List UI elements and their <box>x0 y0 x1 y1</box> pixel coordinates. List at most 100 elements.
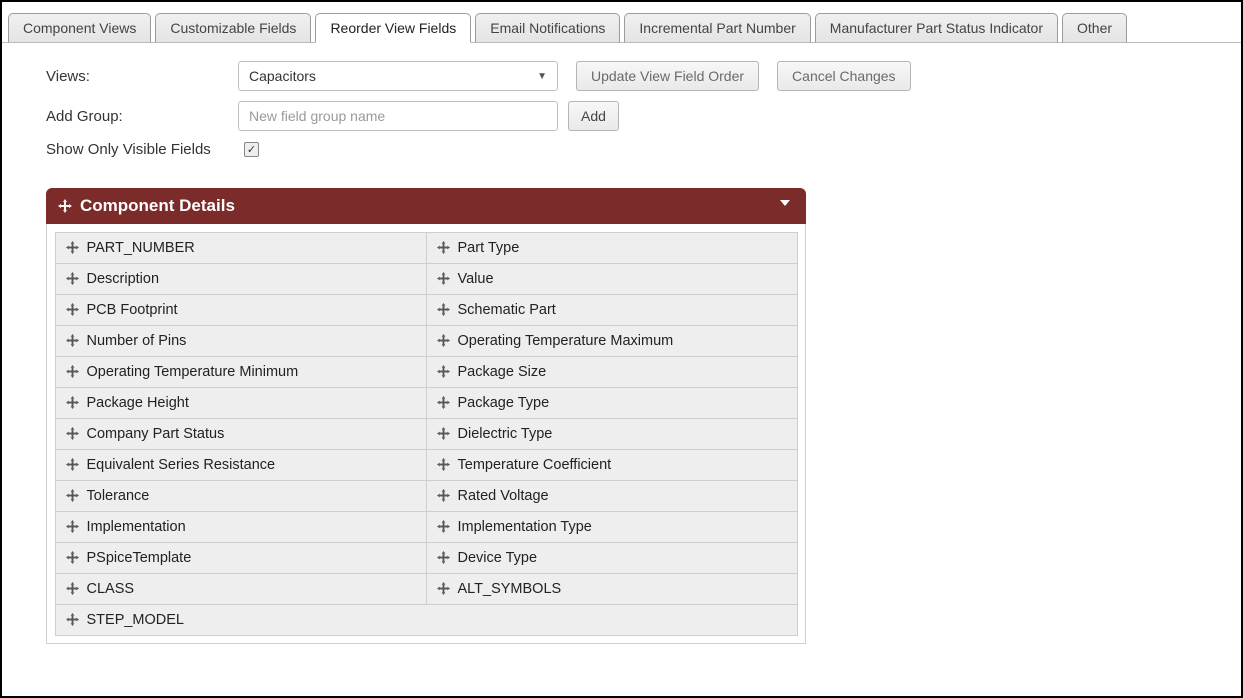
move-icon <box>437 241 450 254</box>
move-icon <box>66 582 79 595</box>
move-icon <box>437 396 450 409</box>
field-label: Implementation <box>87 519 186 535</box>
tab-manufacturer-part-status-indicator[interactable]: Manufacturer Part Status Indicator <box>815 13 1058 43</box>
group-header[interactable]: Component Details <box>46 188 806 224</box>
field-cell[interactable]: Value <box>426 263 798 295</box>
add-button[interactable]: Add <box>568 101 619 131</box>
field-cell[interactable]: PCB Footprint <box>55 294 427 326</box>
field-cell[interactable]: Rated Voltage <box>426 480 798 512</box>
field-label: Schematic Part <box>458 302 556 318</box>
tab-component-views[interactable]: Component Views <box>8 13 151 43</box>
field-cell[interactable]: PSpiceTemplate <box>55 542 427 574</box>
field-label: Device Type <box>458 550 538 566</box>
field-label: Package Height <box>87 395 189 411</box>
move-icon <box>437 489 450 502</box>
move-icon <box>66 396 79 409</box>
field-cell[interactable]: Schematic Part <box>426 294 798 326</box>
row-add-group: Add Group: Add <box>46 101 1201 131</box>
show-only-visible-label: Show Only Visible Fields <box>46 141 238 158</box>
move-icon <box>66 613 79 626</box>
field-label: PCB Footprint <box>87 302 178 318</box>
row-views: Views: Capacitors ▼ Update View Field Or… <box>46 61 1201 91</box>
tab-incremental-part-number[interactable]: Incremental Part Number <box>624 13 810 43</box>
field-grid: PART_NUMBER Part Type Description Value PCB … <box>46 224 806 644</box>
show-only-visible-checkbox[interactable]: ✓ <box>244 142 259 157</box>
field-cell[interactable]: PART_NUMBER <box>55 232 427 264</box>
group-panel: Component Details PART_NUMBER Part Type De… <box>46 188 806 644</box>
views-select-value: Capacitors <box>249 68 316 84</box>
field-label: Rated Voltage <box>458 488 549 504</box>
field-cell[interactable]: Description <box>55 263 427 295</box>
tabstrip: Component ViewsCustomizable FieldsReorde… <box>2 2 1241 43</box>
field-label: STEP_MODEL <box>87 612 185 628</box>
add-group-input[interactable] <box>238 101 558 131</box>
move-icon <box>437 551 450 564</box>
move-icon <box>66 458 79 471</box>
move-icon <box>437 365 450 378</box>
move-icon <box>66 520 79 533</box>
field-label: Package Type <box>458 395 550 411</box>
chevron-down-icon: ▼ <box>537 71 547 82</box>
cancel-changes-button[interactable]: Cancel Changes <box>777 61 911 91</box>
move-icon <box>66 427 79 440</box>
field-label: CLASS <box>87 581 135 597</box>
field-cell[interactable]: Company Part Status <box>55 418 427 450</box>
field-cell[interactable]: ALT_SYMBOLS <box>426 573 798 605</box>
move-icon <box>437 272 450 285</box>
field-cell[interactable]: Implementation Type <box>426 511 798 543</box>
move-icon <box>66 241 79 254</box>
field-label: PART_NUMBER <box>87 240 195 256</box>
field-cell[interactable]: Package Size <box>426 356 798 388</box>
add-group-label: Add Group: <box>46 108 238 125</box>
field-cell[interactable]: Operating Temperature Minimum <box>55 356 427 388</box>
field-cell[interactable]: Tolerance <box>55 480 427 512</box>
field-label: Company Part Status <box>87 426 225 442</box>
views-select[interactable]: Capacitors ▼ <box>238 61 558 91</box>
field-cell[interactable]: Operating Temperature Maximum <box>426 325 798 357</box>
move-icon <box>66 334 79 347</box>
form-area: Views: Capacitors ▼ Update View Field Or… <box>2 43 1241 178</box>
move-icon <box>437 458 450 471</box>
field-cell[interactable]: Package Type <box>426 387 798 419</box>
collapse-icon[interactable] <box>778 196 792 213</box>
move-icon <box>437 520 450 533</box>
field-cell[interactable]: Package Height <box>55 387 427 419</box>
field-label: Part Type <box>458 240 520 256</box>
field-label: Equivalent Series Resistance <box>87 457 276 473</box>
field-cell[interactable]: Device Type <box>426 542 798 574</box>
field-label: Tolerance <box>87 488 150 504</box>
tab-customizable-fields[interactable]: Customizable Fields <box>155 13 311 43</box>
move-icon <box>66 365 79 378</box>
field-label: PSpiceTemplate <box>87 550 192 566</box>
field-cell[interactable]: CLASS <box>55 573 427 605</box>
app-frame: Component ViewsCustomizable FieldsReorde… <box>0 0 1243 698</box>
move-icon <box>66 489 79 502</box>
field-cell[interactable]: Dielectric Type <box>426 418 798 450</box>
field-label: Package Size <box>458 364 547 380</box>
views-label: Views: <box>46 68 238 85</box>
move-icon <box>437 427 450 440</box>
field-cell[interactable]: Implementation <box>55 511 427 543</box>
tab-email-notifications[interactable]: Email Notifications <box>475 13 620 43</box>
field-cell[interactable]: Part Type <box>426 232 798 264</box>
field-label: Value <box>458 271 494 287</box>
move-icon <box>58 199 72 213</box>
field-cell[interactable]: Temperature Coefficient <box>426 449 798 481</box>
tab-other[interactable]: Other <box>1062 13 1127 43</box>
field-label: Operating Temperature Minimum <box>87 364 299 380</box>
field-label: Operating Temperature Maximum <box>458 333 674 349</box>
field-cell[interactable]: STEP_MODEL <box>55 604 798 636</box>
move-icon <box>437 582 450 595</box>
row-show-only: Show Only Visible Fields ✓ <box>46 141 1201 158</box>
group-title: Component Details <box>80 196 235 216</box>
field-label: Temperature Coefficient <box>458 457 612 473</box>
tab-reorder-view-fields[interactable]: Reorder View Fields <box>315 13 471 43</box>
field-cell[interactable]: Number of Pins <box>55 325 427 357</box>
field-label: Implementation Type <box>458 519 592 535</box>
move-icon <box>66 272 79 285</box>
field-label: Description <box>87 271 160 287</box>
field-cell[interactable]: Equivalent Series Resistance <box>55 449 427 481</box>
update-view-field-order-button[interactable]: Update View Field Order <box>576 61 759 91</box>
move-icon <box>66 303 79 316</box>
move-icon <box>66 551 79 564</box>
